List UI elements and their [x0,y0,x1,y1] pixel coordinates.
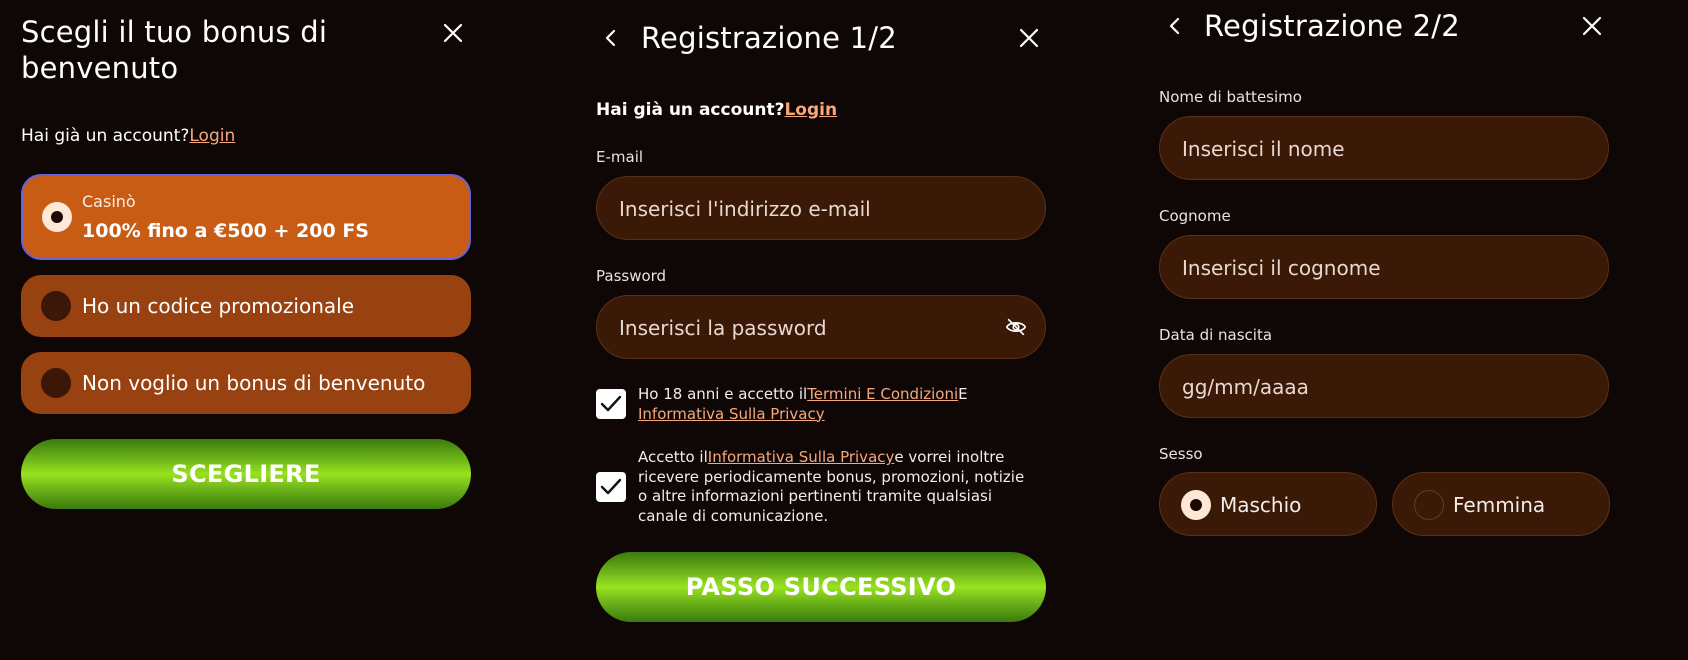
radio-empty-icon [41,291,71,321]
terms-prefix: Ho 18 anni e accetto il [638,385,808,403]
privacy-link[interactable]: Informativa Sulla Privacy [708,448,895,466]
login-prompt: Hai già un account?Login [596,100,837,120]
bonus-option-label: Casinò [82,192,136,211]
marketing-prefix: Accetto il [638,448,708,466]
close-icon[interactable] [1017,26,1041,50]
bonus-panel: Scegli il tuo bonus di benvenuto Hai già… [21,0,471,660]
gender-label: Sesso [1159,445,1203,463]
marketing-checkbox[interactable] [596,472,626,502]
radio-selected-icon [42,202,72,232]
bonus-title: Scegli il tuo bonus di benvenuto [21,15,328,85]
last-name-label: Cognome [1159,207,1231,225]
first-name-label: Nome di battesimo [1159,88,1302,106]
radio-empty-icon [1414,490,1444,520]
first-name-field-wrapper [1159,116,1609,181]
email-label: E-mail [596,148,644,166]
marketing-text: Accetto ilInformativa Sulla Privacye vor… [638,448,1038,526]
close-icon[interactable] [441,21,465,45]
next-step-button[interactable]: PASSO SUCCESSIVO [596,552,1046,622]
password-label: Password [596,267,667,285]
registration-step1-panel: Registrazione 1/2 Hai già un account?Log… [596,0,1046,660]
login-prompt: Hai già un account?Login [21,126,235,146]
login-link[interactable]: Login [784,100,837,120]
radio-selected-icon [1181,490,1211,520]
terms-consent-row: Ho 18 anni e accetto ilTermini E Condizi… [596,385,1046,433]
login-link[interactable]: Login [189,126,235,146]
step2-title: Registrazione 2/2 [1204,9,1460,43]
privacy-link[interactable]: Informativa Sulla Privacy [638,405,825,423]
dob-field-wrapper [1159,354,1609,419]
gender-option-female[interactable]: Femmina [1392,472,1610,536]
email-field[interactable] [617,177,1001,241]
terms-link[interactable]: Termini E Condizioni [807,385,958,403]
bonus-option-promo-code[interactable]: Ho un codice promozionale [21,275,471,337]
gender-option-label: Maschio [1220,493,1302,517]
bonus-option-no-bonus[interactable]: Non voglio un bonus di benvenuto [21,352,471,414]
dob-field[interactable] [1180,355,1564,419]
login-prompt-text: Hai già un account? [21,126,190,146]
bonus-option-label: Ho un codice promozionale [82,294,355,318]
terms-mid: E [958,385,968,403]
bonus-option-sublabel: 100% fino a €500 + 200 FS [82,220,369,242]
email-field-wrapper [596,176,1046,241]
eye-off-icon[interactable] [1005,316,1027,338]
terms-text: Ho 18 anni e accetto ilTermini E Condizi… [638,385,1038,424]
terms-checkbox[interactable] [596,389,626,419]
marketing-consent-row: Accetto ilInformativa Sulla Privacye vor… [596,448,1046,530]
registration-step2-panel: Registrazione 2/2 Nome di battesimo Cogn… [1159,0,1610,660]
step1-title: Registrazione 1/2 [641,21,897,55]
radio-empty-icon [41,368,71,398]
dob-label: Data di nascita [1159,326,1273,344]
password-field-wrapper [596,295,1046,360]
last-name-field-wrapper [1159,235,1609,300]
gender-option-male[interactable]: Maschio [1159,472,1377,536]
login-prompt-text: Hai già un account? [596,100,785,120]
gender-option-label: Femmina [1453,493,1546,517]
password-field[interactable] [617,296,1001,360]
bonus-option-casino[interactable]: Casinò 100% fino a €500 + 200 FS [21,174,471,260]
first-name-field[interactable] [1180,117,1564,181]
chevron-left-icon[interactable] [601,26,621,50]
bonus-option-label: Non voglio un bonus di benvenuto [82,371,426,395]
choose-button[interactable]: SCEGLIERE [21,439,471,509]
close-icon[interactable] [1580,14,1604,38]
chevron-left-icon[interactable] [1165,14,1185,38]
last-name-field[interactable] [1180,236,1564,300]
